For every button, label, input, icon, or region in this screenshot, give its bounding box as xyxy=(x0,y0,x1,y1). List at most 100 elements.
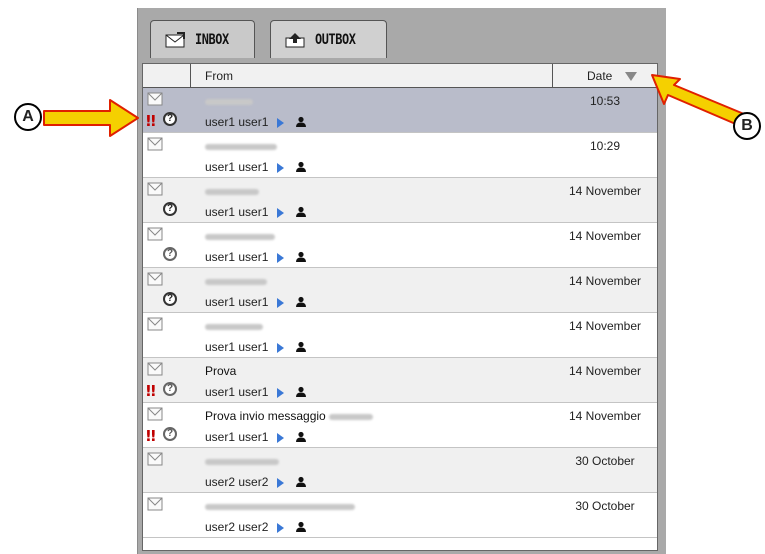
message-row[interactable]: user2 user2 30 October xyxy=(143,493,657,538)
envelope-icon xyxy=(147,497,163,511)
tab-inbox[interactable]: INBOX xyxy=(150,20,255,58)
message-sender: user1 user1 xyxy=(205,205,269,219)
message-subject xyxy=(205,499,355,513)
message-row[interactable]: user2 user2 30 October xyxy=(143,448,657,493)
message-row[interactable]: !!? user1 user1 10:53 xyxy=(143,88,657,133)
user-icon[interactable] xyxy=(295,251,307,263)
message-row[interactable]: !!? Prova user1 user1 14 November xyxy=(143,358,657,403)
message-row[interactable]: user1 user1 10:29 xyxy=(143,133,657,178)
message-row[interactable]: ? user1 user1 14 November xyxy=(143,268,657,313)
user-icon[interactable] xyxy=(295,341,307,353)
message-subject: Prova invio messaggio xyxy=(205,409,374,423)
message-sender: user2 user2 xyxy=(205,520,269,534)
redacted-text xyxy=(205,503,355,510)
message-sender: user1 user1 xyxy=(205,250,269,264)
question-icon: ? xyxy=(163,292,177,306)
message-sender: user1 user1 xyxy=(205,160,269,174)
callout-a-arrow xyxy=(43,99,139,137)
play-icon[interactable] xyxy=(277,433,284,443)
redacted-text xyxy=(205,98,253,105)
message-subject xyxy=(205,139,277,153)
play-icon[interactable] xyxy=(277,118,284,128)
user-icon[interactable] xyxy=(295,476,307,488)
message-date: 14 November xyxy=(568,409,642,423)
from-column-header[interactable]: From xyxy=(191,64,553,88)
play-icon[interactable] xyxy=(277,208,284,218)
sort-desc-icon[interactable] xyxy=(625,72,637,81)
date-column-header[interactable]: Date xyxy=(555,64,655,88)
message-sender: user1 user1 xyxy=(205,340,269,354)
user-icon[interactable] xyxy=(295,161,307,173)
user-icon[interactable] xyxy=(295,431,307,443)
inbox-icon xyxy=(165,31,185,47)
message-sender: user1 user1 xyxy=(205,115,269,129)
redacted-text xyxy=(205,188,259,195)
envelope-icon xyxy=(147,317,163,331)
message-sender: user2 user2 xyxy=(205,475,269,489)
redacted-text xyxy=(205,233,275,240)
message-subject xyxy=(205,319,263,333)
message-date: 30 October xyxy=(575,499,635,513)
message-date: 14 November xyxy=(568,229,642,243)
callout-b: B xyxy=(733,112,761,140)
question-icon: ? xyxy=(163,247,177,261)
message-date: 14 November xyxy=(568,274,642,288)
status-column-header[interactable] xyxy=(143,64,191,88)
play-icon[interactable] xyxy=(277,388,284,398)
message-sender: user1 user1 xyxy=(205,430,269,444)
envelope-icon xyxy=(147,227,163,241)
redacted-text xyxy=(329,413,374,420)
message-date: 10:53 xyxy=(589,94,621,108)
message-subject xyxy=(205,94,253,108)
play-icon[interactable] xyxy=(277,478,284,488)
user-icon[interactable] xyxy=(295,521,307,533)
message-date: 10:29 xyxy=(589,139,621,153)
message-sender: user1 user1 xyxy=(205,385,269,399)
play-icon[interactable] xyxy=(277,163,284,173)
callout-a: A xyxy=(14,103,42,131)
play-icon[interactable] xyxy=(277,343,284,353)
message-subject xyxy=(205,274,267,288)
question-icon: ? xyxy=(163,112,177,126)
message-row[interactable]: ? user1 user1 14 November xyxy=(143,223,657,268)
play-icon[interactable] xyxy=(277,253,284,263)
envelope-icon xyxy=(147,182,163,196)
envelope-icon xyxy=(147,92,163,106)
question-icon: ? xyxy=(163,202,177,216)
high-priority-icon: !! xyxy=(145,382,157,400)
message-date: 14 November xyxy=(568,319,642,333)
redacted-text xyxy=(205,458,279,465)
message-subject xyxy=(205,184,259,198)
message-list: From Date !!? user1 user1 10:53 user1 user1… xyxy=(142,63,658,551)
user-icon[interactable] xyxy=(295,116,307,128)
redacted-text xyxy=(205,278,267,285)
envelope-icon xyxy=(147,452,163,466)
question-icon: ? xyxy=(163,427,177,441)
envelope-icon xyxy=(147,272,163,286)
message-row[interactable]: !!? Prova invio messaggio user1 user1 14 N… xyxy=(143,403,657,448)
message-subject: Prova xyxy=(205,364,237,378)
message-date: 30 October xyxy=(575,454,635,468)
high-priority-icon: !! xyxy=(145,112,157,130)
date-column-label: Date xyxy=(587,69,613,83)
play-icon[interactable] xyxy=(277,298,284,308)
mailbox-panel: INBOX OUTBOX From Date !!? user1 user1 10:… xyxy=(137,8,666,554)
message-subject xyxy=(205,454,279,468)
user-icon[interactable] xyxy=(295,206,307,218)
user-icon[interactable] xyxy=(295,386,307,398)
message-date: 14 November xyxy=(568,184,642,198)
envelope-icon xyxy=(147,362,163,376)
message-row[interactable]: user1 user1 14 November xyxy=(143,313,657,358)
tab-inbox-label: INBOX xyxy=(195,31,229,48)
question-icon: ? xyxy=(163,382,177,396)
play-icon[interactable] xyxy=(277,523,284,533)
user-icon[interactable] xyxy=(295,296,307,308)
tab-outbox[interactable]: OUTBOX xyxy=(270,20,387,58)
message-date: 14 November xyxy=(568,364,642,378)
outbox-icon xyxy=(285,32,305,47)
list-header: From Date xyxy=(143,64,657,88)
message-row[interactable]: ? user1 user1 14 November xyxy=(143,178,657,223)
envelope-icon xyxy=(147,137,163,151)
tab-outbox-label: OUTBOX xyxy=(315,31,356,48)
envelope-icon xyxy=(147,407,163,421)
